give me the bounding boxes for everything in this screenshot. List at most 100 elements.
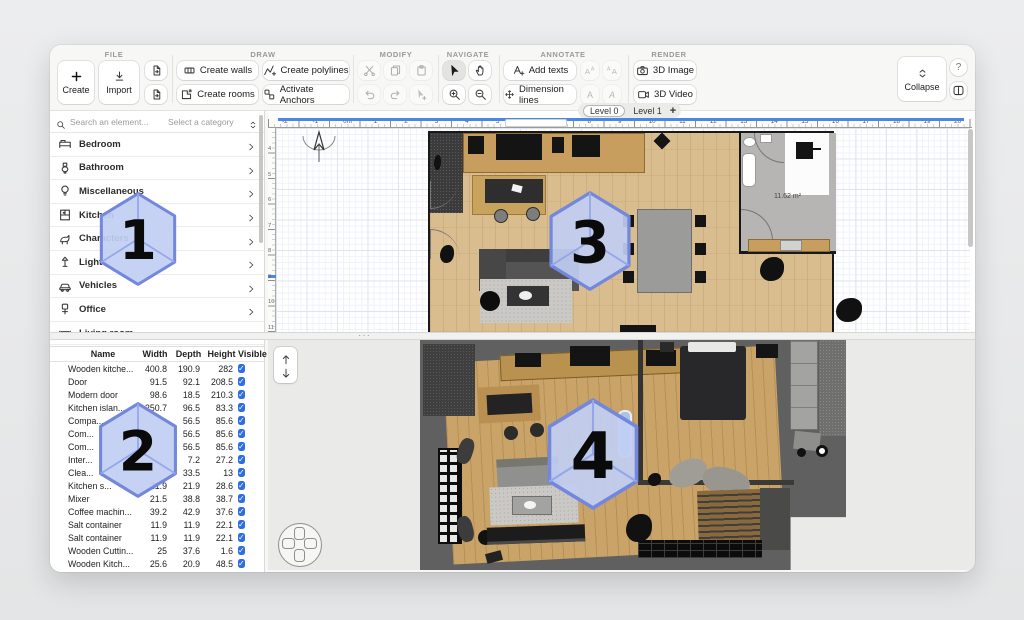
cooktop[interactable]	[496, 134, 542, 160]
visible-checkbox[interactable]: ✓	[238, 377, 245, 386]
copy-button[interactable]	[384, 61, 406, 80]
font-italic-button[interactable]: A	[603, 85, 621, 104]
visible-checkbox[interactable]: ✓	[238, 429, 245, 438]
search-input[interactable]	[70, 117, 158, 127]
canvas-scrollbar[interactable]	[968, 129, 973, 247]
office-chair[interactable]	[494, 209, 508, 223]
tv-3d[interactable]	[570, 346, 610, 366]
floor-switch-control[interactable]	[274, 347, 297, 383]
kitchen-appliance[interactable]	[572, 135, 600, 157]
dpad-left[interactable]	[282, 538, 295, 549]
tab-level-1[interactable]: Level 1	[628, 106, 666, 116]
font-normal-button[interactable]: A	[581, 85, 599, 104]
dimension-lines-button[interactable]: Dimension lines	[504, 85, 576, 104]
select-tool-button[interactable]	[443, 61, 465, 80]
table-row[interactable]: Door91.592.1208.5✓	[50, 375, 264, 388]
plant-2d[interactable]	[440, 245, 454, 263]
create-polylines-button[interactable]: Create polylines	[263, 61, 349, 80]
visible-checkbox[interactable]: ✓	[238, 507, 245, 516]
office-chair[interactable]	[526, 207, 540, 221]
select-arrows-icon[interactable]	[248, 117, 258, 127]
paste-button[interactable]	[410, 61, 432, 80]
open-project-button[interactable]	[145, 61, 167, 80]
wardrobe-3d[interactable]	[790, 340, 818, 430]
pan-tool-button[interactable]	[469, 61, 491, 80]
dining-chair[interactable]	[695, 215, 706, 227]
render-3d-image-button[interactable]: 3D Image	[634, 61, 696, 80]
increase-font-button[interactable]: AA	[603, 61, 621, 80]
visible-checkbox[interactable]: ✓	[238, 520, 245, 529]
visible-checkbox[interactable]: ✓	[238, 494, 245, 503]
plant-2d[interactable]	[836, 298, 862, 322]
col-depth[interactable]: Depth	[172, 349, 205, 359]
ottoman[interactable]	[480, 291, 500, 311]
visible-checkbox[interactable]: ✓	[238, 416, 245, 425]
plant-2d[interactable]	[760, 257, 784, 281]
table-row[interactable]: Wooden kitche...400.8190.9282✓	[50, 362, 264, 375]
visible-checkbox[interactable]: ✓	[238, 364, 245, 373]
col-visible[interactable]: Visible	[238, 349, 264, 359]
tv-bench-2d[interactable]	[620, 325, 656, 332]
create-button[interactable]: Create	[58, 61, 94, 104]
activate-anchors-button[interactable]: Activate Anchors	[263, 85, 349, 104]
add-texts-button[interactable]: Add texts	[504, 61, 576, 80]
collapse-button[interactable]: Collapse	[898, 57, 946, 101]
zoom-in-button[interactable]	[443, 85, 465, 104]
dining-chair[interactable]	[695, 271, 706, 283]
col-name[interactable]: Name	[68, 349, 138, 359]
table-row[interactable]: Salt container11.911.922.1✓	[50, 518, 264, 531]
category-select[interactable]: Select a category	[162, 117, 244, 127]
category-scrollbar[interactable]	[259, 115, 263, 243]
panels-toggle-button[interactable]	[950, 82, 967, 99]
save-project-button[interactable]	[145, 85, 167, 104]
visible-checkbox[interactable]: ✓	[238, 468, 245, 477]
dining-table[interactable]	[637, 209, 692, 293]
category-item-bedroom[interactable]: Bedroom	[50, 133, 264, 157]
table-row[interactable]: Salt container11.911.922.1✓	[50, 531, 264, 544]
tab-level-0[interactable]: Level 0	[583, 105, 625, 117]
chair-3d[interactable]	[504, 426, 518, 440]
table-row[interactable]: Modern door98.618.5210.3✓	[50, 388, 264, 401]
visible-checkbox[interactable]: ✓	[238, 455, 245, 464]
select-similar-button[interactable]	[410, 85, 432, 104]
col-width[interactable]: Width	[138, 349, 172, 359]
table-row[interactable]: Wooden Kitch...25.620.948.5✓	[50, 557, 264, 570]
zoom-out-button[interactable]	[469, 85, 491, 104]
visible-checkbox[interactable]: ✓	[238, 403, 245, 412]
create-walls-button[interactable]: Create walls	[177, 61, 258, 80]
import-button[interactable]: Import	[99, 61, 139, 104]
category-item-office[interactable]: Office	[50, 298, 264, 322]
shower-unit[interactable]	[796, 142, 813, 159]
tv-bench-3d[interactable]	[487, 524, 586, 544]
navigation-dpad[interactable]	[278, 523, 322, 567]
bed-3d[interactable]	[680, 346, 746, 420]
add-level-button[interactable]: +	[670, 105, 676, 117]
pane-splitter[interactable]: ···	[50, 332, 975, 340]
ceiling-light[interactable]	[654, 133, 671, 150]
visible-checkbox[interactable]: ✓	[238, 533, 245, 542]
dpad-up[interactable]	[294, 527, 305, 540]
visible-checkbox[interactable]: ✓	[238, 481, 245, 490]
help-button[interactable]: ?	[950, 59, 967, 76]
redo-button[interactable]	[384, 85, 406, 104]
create-rooms-button[interactable]: Create rooms	[177, 85, 258, 104]
bathtub[interactable]	[742, 153, 756, 187]
category-item-bathroom[interactable]: Bathroom	[50, 157, 264, 181]
kitchen-appliance[interactable]	[468, 136, 484, 154]
dpad-down[interactable]	[294, 549, 305, 562]
cut-button[interactable]	[358, 61, 380, 80]
visible-checkbox[interactable]: ✓	[238, 559, 245, 568]
dpad-right[interactable]	[304, 538, 317, 549]
table-row[interactable]: Wooden Cuttin...2537.61.6✓	[50, 544, 264, 557]
visible-checkbox[interactable]: ✓	[238, 390, 245, 399]
decrease-font-button[interactable]: AA	[581, 61, 599, 80]
table-row[interactable]: Coffee machin...39.242.937.6✓	[50, 505, 264, 518]
kitchen-sink[interactable]	[552, 137, 564, 153]
col-height[interactable]: Height	[205, 349, 238, 359]
visible-checkbox[interactable]: ✓	[238, 442, 245, 451]
visible-checkbox[interactable]: ✓	[238, 546, 245, 555]
undo-button[interactable]	[358, 85, 380, 104]
render-3d-video-button[interactable]: 3D Video	[634, 85, 696, 104]
dining-chair[interactable]	[695, 243, 706, 255]
desk-3d[interactable]	[487, 393, 533, 415]
